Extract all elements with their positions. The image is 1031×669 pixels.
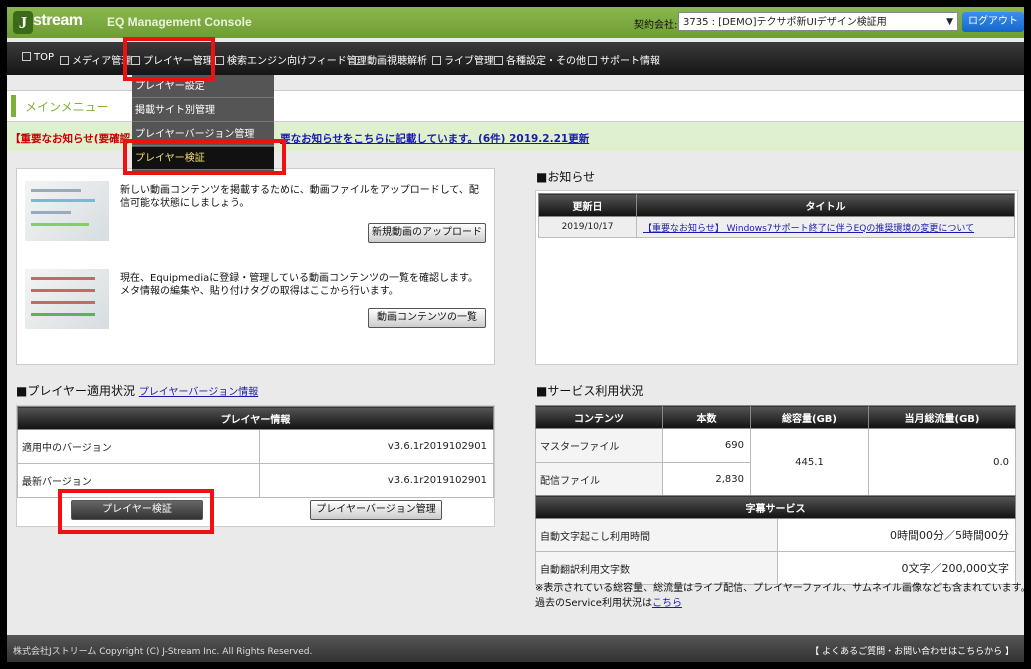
master-file-label: マスターファイル [535, 428, 663, 463]
highlight-box [123, 37, 215, 81]
upload-description: 新しい動画コンテンツを掲載するために、動画ファイルをアップロードして、配信可能な… [120, 185, 479, 209]
news-panel: 更新日 タイトル 2019/10/17 【重要なお知らせ】 Windows7サポ… [535, 190, 1018, 365]
nav-label: サポート情報 [600, 56, 660, 67]
table-row: 自動文字起こし利用時間 0時間00分／5時間00分 [535, 518, 1016, 552]
service-table: コンテンツ 本数 総容量(GB) 当月総流量(GB) マスターファイル 690 … [535, 405, 1016, 497]
logout-button[interactable]: ログアウト [962, 12, 1024, 32]
player-version-manage-button[interactable]: プレイヤーバージョン管理 [310, 500, 442, 520]
auto-translate-value: 0文字／200,000文字 [777, 551, 1016, 585]
monthly-traffic: 0.0 [868, 428, 1016, 497]
nav-item-live[interactable]: ライブ管理 [432, 52, 494, 67]
table-row: 自動翻訳利用文字数 0文字／200,000文字 [535, 551, 1016, 585]
menu-item-site-management[interactable]: 掲載サイト別管理 [132, 99, 274, 122]
footer: 株式会社Jストリーム Copyright (C) J-Stream Inc. A… [7, 635, 1024, 662]
news-title-link[interactable]: 【重要なお知らせ】 Windows7サポート終了に伴うEQの推奨環境の変更につい… [636, 216, 1015, 238]
checkbox-icon [432, 55, 441, 65]
nav-label: TOP [34, 52, 55, 63]
highlight-box [123, 139, 286, 175]
checkbox-icon [60, 55, 69, 65]
player-info-table: プレイヤー情報 適用中のバージョン v3.6.1r2019102901 最新バー… [17, 406, 494, 498]
nav-item-analytics[interactable]: 動画視聴解析 [355, 52, 427, 67]
header: J stream EQ Management Console 契約会社: 373… [7, 7, 1024, 38]
delivery-file-label: 配信ファイル [535, 462, 663, 497]
service-status-title: ■サービス利用状況 [536, 384, 644, 398]
nav-label: ライブ管理 [444, 56, 494, 67]
quick-menu-panel: 新しい動画コンテンツを掲載するために、動画ファイルをアップロードして、配信可能な… [16, 168, 495, 365]
nav-item-support[interactable]: サポート情報 [588, 52, 660, 67]
content-list-button[interactable]: 動画コンテンツの一覧 [368, 308, 486, 328]
nav-item-settings[interactable]: 各種設定・その他 [494, 52, 586, 67]
master-file-count: 690 [662, 428, 751, 463]
col-capacity: 総容量(GB) [750, 405, 869, 429]
upload-button[interactable]: 新規動画のアップロード [368, 223, 486, 243]
auto-transcribe-value: 0時間00分／5時間00分 [777, 518, 1016, 552]
current-version-label: 適用中のバージョン [17, 429, 260, 464]
title-marker [11, 95, 16, 117]
app-frame: J stream EQ Management Console 契約会社: 373… [7, 7, 1024, 662]
contract-value: 3735 : [DEMO]テクサポ新UIデザイン検証用 [683, 17, 887, 28]
current-version-value: v3.6.1r2019102901 [259, 429, 494, 464]
latest-version-value: v3.6.1r2019102901 [259, 463, 494, 498]
col-traffic: 当月総流量(GB) [868, 405, 1016, 429]
player-info-header: プレイヤー情報 [17, 406, 494, 430]
app-title: EQ Management Console [107, 15, 252, 29]
player-status-title-text: ■プレイヤー適用状況 [16, 384, 135, 398]
highlight-box [58, 489, 214, 534]
delivery-file-count: 2,830 [662, 462, 751, 497]
upload-thumbnail [25, 181, 109, 241]
auto-translate-label: 自動翻訳利用文字数 [535, 551, 778, 585]
news-col-title: タイトル [636, 193, 1015, 217]
content-list-description: 現在、Equipmediaに登録・管理している動画コンテンツの一覧を確認します。… [120, 273, 478, 297]
col-count: 本数 [662, 405, 751, 429]
page-title: メインメニュー [25, 100, 109, 114]
nav-label: 検索エンジン向けフィード管理 [227, 56, 367, 67]
notice-link[interactable]: 要なお知らせをこちらに記載しています。(6件) 2019.2.21更新 [280, 133, 589, 145]
checkbox-icon [494, 55, 503, 65]
total-capacity: 445.1 [750, 428, 869, 497]
nav-item-media[interactable]: メディア管理 [60, 52, 131, 67]
checkbox-icon [22, 51, 31, 61]
news-title: ■お知らせ [536, 170, 596, 184]
logo-text: stream [33, 12, 83, 29]
logo-letter: J [13, 11, 33, 34]
nav-label: 各種設定・その他 [506, 56, 586, 67]
nav-item-feed[interactable]: 検索エンジン向けフィード管理 [215, 52, 367, 67]
subtitle-service-table: 字幕サービス 自動文字起こし利用時間 0時間00分／5時間00分 自動翻訳利用文… [535, 495, 1016, 585]
checkbox-icon [215, 55, 224, 65]
past-service-link[interactable]: こちら [652, 598, 682, 609]
news-date: 2019/10/17 [538, 216, 637, 238]
table-row: マスターファイル 690 445.1 0.0 [535, 428, 1016, 497]
notice-text: 【重要なお知らせ(要確認 要なお知らせをこちらに記載しています。(6件) 2019… [10, 131, 589, 146]
past-service-prefix: 過去のService利用状況は [535, 598, 652, 609]
subtitle-service-header: 字幕サービス [535, 495, 1016, 519]
chevron-down-icon: ▼ [946, 17, 953, 27]
nav-item-top[interactable]: TOP [22, 51, 55, 63]
content-list-thumbnail [25, 269, 109, 329]
auto-transcribe-label: 自動文字起こし利用時間 [535, 518, 778, 552]
past-service-note: 過去のService利用状況はこちら [535, 596, 682, 611]
copyright: 株式会社Jストリーム Copyright (C) J-Stream Inc. A… [13, 647, 313, 657]
checkbox-icon [588, 55, 597, 65]
nav-label: 動画視聴解析 [367, 56, 427, 67]
checkbox-icon [355, 55, 364, 65]
contract-label: 契約会社: [634, 20, 678, 31]
news-table: 更新日 タイトル 2019/10/17 【重要なお知らせ】 Windows7サポ… [538, 193, 1015, 238]
table-row: 適用中のバージョン v3.6.1r2019102901 [17, 429, 494, 464]
logo[interactable]: J stream [13, 11, 89, 34]
contract-select[interactable]: 3735 : [DEMO]テクサポ新UIデザイン検証用 ▼ [678, 12, 958, 31]
service-note: ※表示されている総容量、総流量はライブ配信、プレイヤーファイル、サムネイル画像な… [535, 583, 1024, 594]
player-status-title: ■プレイヤー適用状況 プレイヤーバージョン情報 [16, 382, 258, 399]
col-content: コンテンツ [535, 405, 663, 429]
notice-prefix: 【重要なお知らせ(要確認 [10, 133, 131, 145]
player-version-info-link[interactable]: プレイヤーバージョン情報 [139, 387, 258, 398]
news-col-date: 更新日 [538, 193, 637, 217]
faq-link[interactable]: 【 よくあるご質問・お問い合わせはこちらから 】 [810, 644, 1014, 657]
table-row: 2019/10/17 【重要なお知らせ】 Windows7サポート終了に伴うEQ… [538, 216, 1015, 238]
